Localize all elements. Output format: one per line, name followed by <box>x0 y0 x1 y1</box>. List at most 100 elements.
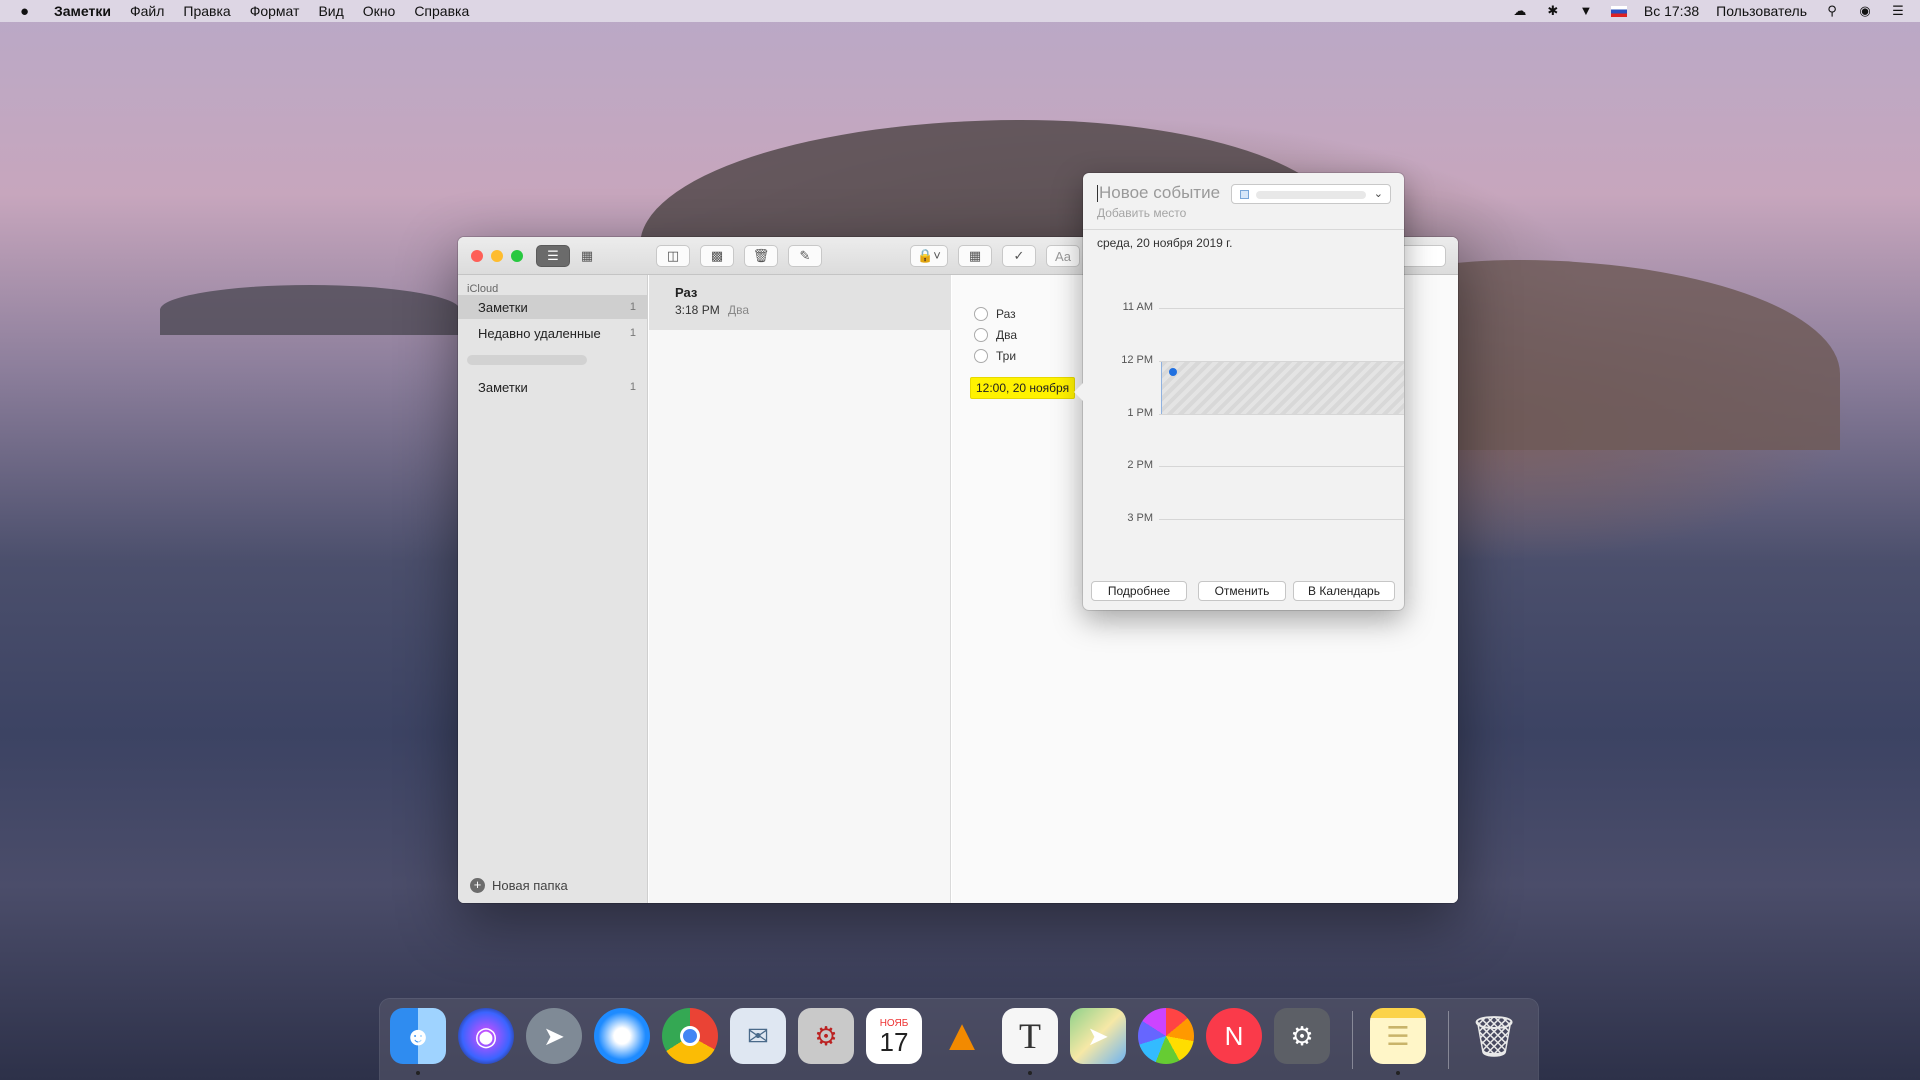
new-folder-label: Новая папка <box>492 878 568 893</box>
textedit-icon[interactable]: T <box>1002 1008 1058 1064</box>
menu-app-name[interactable]: Заметки <box>54 3 111 19</box>
divider <box>1083 229 1404 230</box>
lock-note-button[interactable]: 🔒˅ <box>910 245 948 267</box>
event-dot-icon <box>1169 368 1177 376</box>
dock-separator <box>1448 1011 1449 1069</box>
calendar-day: 17 <box>879 1026 909 1057</box>
sidebar-icon: ◫ <box>666 248 680 263</box>
launchpad-icon[interactable]: ➤ <box>526 1008 582 1064</box>
calendar-color-icon <box>1240 190 1249 199</box>
hour-label: 3 PM <box>1127 512 1153 524</box>
menu-view[interactable]: Вид <box>318 3 343 19</box>
hour-label: 1 PM <box>1127 407 1153 419</box>
note-preview: Два <box>728 303 750 317</box>
menu-format[interactable]: Формат <box>250 3 300 19</box>
checklist-item[interactable]: Раз <box>974 307 1016 321</box>
add-to-calendar-button[interactable]: В Календарь <box>1293 581 1395 601</box>
sidebar-item-recently-deleted[interactable]: Недавно удаленные 1 <box>458 321 648 345</box>
photos-icon[interactable] <box>1138 1008 1194 1064</box>
menu-user[interactable]: Пользователь <box>1716 3 1807 19</box>
mail-icon[interactable]: ✉ <box>730 1008 786 1064</box>
maps-icon[interactable]: ➤ <box>1070 1008 1126 1064</box>
finder-icon[interactable]: ☻ <box>390 1008 446 1064</box>
trash-icon[interactable]: 🗑 <box>1466 1008 1522 1064</box>
menu-clock[interactable]: Вс 17:38 <box>1644 3 1699 19</box>
new-folder-button[interactable]: + Новая папка <box>470 878 568 893</box>
vlc-icon[interactable]: ▲ <box>934 1008 990 1064</box>
table-button[interactable]: ▦ <box>958 245 992 267</box>
icloud-icon[interactable]: ☁ <box>1512 4 1528 18</box>
cancel-button[interactable]: Отменить <box>1198 581 1286 601</box>
event-date[interactable]: среда, 20 ноября 2019 г. <box>1097 236 1232 250</box>
hour-label: 2 PM <box>1127 459 1153 471</box>
folders-sidebar: iCloud Заметки 1 Недавно удаленные 1 Зам… <box>458 275 648 903</box>
hour-row: 11 AM <box>1083 301 1404 313</box>
attachments-button[interactable]: ▩ <box>700 245 734 267</box>
chrome-icon[interactable] <box>662 1008 718 1064</box>
menu-help[interactable]: Справка <box>414 3 469 19</box>
notes-list: Раз 3:18 PM Два <box>649 275 951 903</box>
sidebar-item-notes[interactable]: Заметки 1 <box>458 295 648 319</box>
checklist-button[interactable]: ✓ <box>1002 245 1036 267</box>
apple-menu-icon[interactable]: ● <box>20 3 36 20</box>
input-source-flag-icon[interactable] <box>1610 5 1627 17</box>
list-item[interactable]: Раз 3:18 PM Два <box>649 275 951 330</box>
format-button[interactable]: Aa <box>1046 245 1080 267</box>
siri-icon[interactable]: ◉ <box>458 1008 514 1064</box>
attachments-icon: ▩ <box>710 248 724 263</box>
checklist-item[interactable]: Два <box>974 328 1017 342</box>
event-location-field[interactable]: Добавить место <box>1097 206 1186 220</box>
news-icon[interactable]: N <box>1206 1008 1262 1064</box>
sidebar-item-count: 1 <box>629 327 636 339</box>
event-title-placeholder: Новое событие <box>1099 183 1221 202</box>
menu-bar: ● Заметки Файл Правка Формат Вид Окно Сп… <box>0 0 1920 22</box>
menu-file[interactable]: Файл <box>130 3 164 19</box>
zoom-window-button[interactable] <box>511 250 523 262</box>
spotlight-search-icon[interactable]: ⚲ <box>1824 4 1840 18</box>
hour-label: 11 AM <box>1122 301 1153 313</box>
toggle-sidebar-button[interactable]: ◫ <box>656 245 690 267</box>
sidebar-item-notes-local[interactable]: Заметки 1 <box>458 375 648 399</box>
gallery-view-button[interactable]: ▦ <box>570 245 604 267</box>
note-time: 3:18 PM <box>675 303 720 317</box>
dock: ☻ ◉ ➤ ✦ ✉ ⚙ НОЯБ 17 ▲ T ➤ N ⚙ ☰ 🗑 <box>380 999 1538 1080</box>
running-indicator <box>1396 1071 1400 1075</box>
notes-icon[interactable]: ☰ <box>1370 1008 1426 1064</box>
safari-icon[interactable]: ✦ <box>594 1008 650 1064</box>
note-meta: 3:18 PM Два <box>675 303 951 317</box>
list-icon: ☰ <box>547 248 559 263</box>
menu-window[interactable]: Окно <box>363 3 396 19</box>
event-title-field[interactable]: Новое событие <box>1097 183 1220 203</box>
lock-icon: 🔒˅ <box>917 248 941 263</box>
wifi-icon[interactable]: ▼ <box>1578 4 1594 18</box>
migration-assistant-icon[interactable]: ⚙ <box>798 1008 854 1064</box>
checklist-item-label: Два <box>996 328 1018 342</box>
delete-note-button[interactable]: 🗑 <box>744 245 778 267</box>
notification-center-icon[interactable]: ☰ <box>1890 4 1906 18</box>
checkbox-circle-icon[interactable] <box>974 328 988 342</box>
plus-icon: + <box>470 878 485 893</box>
date-detector-chip[interactable]: 12:00, 20 ноября <box>970 377 1076 399</box>
minimize-window-button[interactable] <box>491 250 503 262</box>
checklist-item[interactable]: Три <box>974 349 1016 363</box>
sidebar-item-label: Недавно удаленные <box>478 325 601 341</box>
chevron-down-icon: ⌄ <box>1373 188 1383 200</box>
details-button[interactable]: Подробнее <box>1091 581 1187 601</box>
system-preferences-icon[interactable]: ⚙ <box>1274 1008 1330 1064</box>
bluetooth-icon[interactable]: ✱ <box>1545 4 1561 18</box>
checklist-item-label: Раз <box>996 307 1016 321</box>
checkbox-circle-icon[interactable] <box>974 307 988 321</box>
wallpaper-island <box>160 285 460 335</box>
calendar-icon[interactable]: НОЯБ 17 <box>866 1008 922 1064</box>
new-note-button[interactable]: ✎ <box>788 245 822 267</box>
checkbox-circle-icon[interactable] <box>974 349 988 363</box>
close-window-button[interactable] <box>471 250 483 262</box>
menu-edit[interactable]: Правка <box>183 3 230 19</box>
list-view-button[interactable]: ☰ <box>536 245 570 267</box>
sidebar-item-count: 1 <box>629 301 636 313</box>
running-indicator <box>1028 1071 1032 1075</box>
popover-arrow <box>1074 383 1083 401</box>
siri-icon[interactable]: ◉ <box>1857 4 1873 18</box>
calendar-select[interactable]: ⌄ <box>1231 184 1391 204</box>
event-time-block[interactable] <box>1161 362 1404 414</box>
